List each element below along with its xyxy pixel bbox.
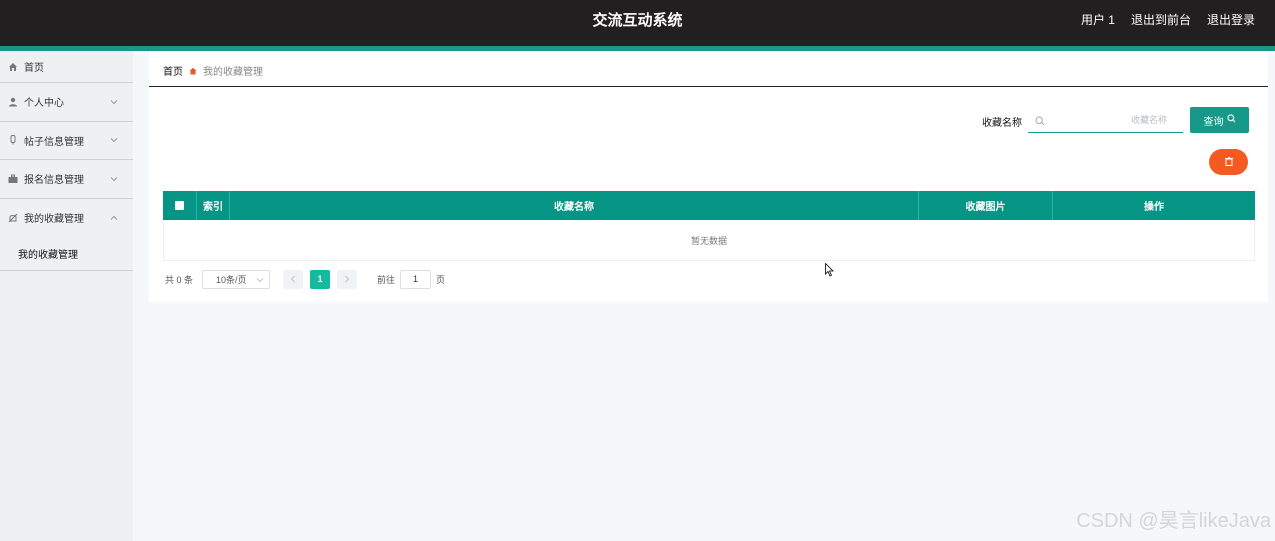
search-input[interactable] xyxy=(1052,111,1167,129)
goto-page-input[interactable] xyxy=(400,269,432,289)
current-user[interactable]: 用户 1 xyxy=(1081,0,1115,40)
sidebar-item-label: 报名信息管理 xyxy=(24,175,84,187)
sidebar: 首页 个人中心 帖子信息管理 报名信息管理 我的收藏管理 我的收藏管理 xyxy=(0,51,133,541)
search-icon xyxy=(1226,114,1236,126)
chevron-down-icon xyxy=(256,276,264,284)
to-front-link[interactable]: 退出到前台 xyxy=(1131,0,1191,40)
post-icon xyxy=(8,135,18,145)
column-header-image: 收藏图片 xyxy=(919,191,1053,220)
logout-link[interactable]: 退出登录 xyxy=(1207,0,1255,40)
chevron-left-icon xyxy=(290,275,295,283)
goto-label: 前往 xyxy=(377,274,396,285)
trash-icon xyxy=(1224,155,1233,169)
chevron-up-icon xyxy=(109,213,119,223)
search-label: 收藏名称 xyxy=(982,118,1022,129)
select-all-cell xyxy=(163,191,197,220)
column-header-name: 收藏名称 xyxy=(230,191,919,220)
table-header: 索引 收藏名称 收藏图片 操作 xyxy=(163,191,1255,220)
sidebar-subitem-my-favorites[interactable]: 我的收藏管理 xyxy=(0,237,133,271)
header-actions: 用户 1 退出到前台 退出登录 xyxy=(1081,0,1255,40)
sidebar-item-post-management[interactable]: 帖子信息管理 xyxy=(0,122,133,160)
pagination-total: 共 0 条 xyxy=(165,274,194,285)
sidebar-item-label: 个人中心 xyxy=(24,98,64,110)
breadcrumb-divider xyxy=(149,86,1268,87)
sidebar-item-label: 首页 xyxy=(24,63,44,74)
favorite-icon xyxy=(8,213,18,223)
page-unit-label: 页 xyxy=(436,274,446,285)
prev-page-button[interactable] xyxy=(283,269,304,289)
page-size-value: 10条/页 xyxy=(216,274,247,285)
column-header-actions: 操作 xyxy=(1144,202,1164,213)
sidebar-item-favorites[interactable]: 我的收藏管理 xyxy=(0,199,133,238)
column-header-index: 索引 xyxy=(197,191,230,220)
chevron-down-icon xyxy=(109,174,119,184)
user-icon xyxy=(8,97,18,107)
search-icon xyxy=(1035,115,1045,126)
select-all-checkbox[interactable] xyxy=(175,201,184,210)
page-size-select[interactable]: 10条/页 xyxy=(202,269,271,289)
pagination: 共 0 条 10条/页 1 前往 页 xyxy=(165,269,445,289)
chevron-down-icon xyxy=(109,97,119,107)
content-panel: 首页 我的收藏管理 收藏名称 查询 索引 收藏名称 收藏图片 操作 xyxy=(149,51,1268,302)
breadcrumb-home-icon xyxy=(189,67,197,75)
query-button-label: 查询 xyxy=(1203,116,1224,128)
page-number-button[interactable]: 1 xyxy=(310,269,331,289)
sidebar-item-personal-center[interactable]: 个人中心 xyxy=(0,83,133,122)
chevron-down-icon xyxy=(109,135,119,145)
breadcrumb-home[interactable]: 首页 xyxy=(163,63,183,78)
next-page-button[interactable] xyxy=(337,269,358,289)
mouse-cursor-icon xyxy=(825,263,834,277)
query-button[interactable]: 查询 xyxy=(1190,107,1249,133)
top-header: 交流互动系统 用户 1 退出到前台 退出登录 xyxy=(0,0,1275,46)
sidebar-item-home[interactable]: 首页 xyxy=(0,51,133,83)
table-empty-text: 暂无数据 xyxy=(163,220,1255,261)
sidebar-item-label: 我的收藏管理 xyxy=(24,214,84,226)
briefcase-icon xyxy=(8,174,18,184)
chevron-right-icon xyxy=(345,275,350,283)
sidebar-item-label: 帖子信息管理 xyxy=(24,136,84,148)
breadcrumb: 首页 我的收藏管理 xyxy=(163,63,263,78)
breadcrumb-current: 我的收藏管理 xyxy=(203,67,263,78)
delete-button[interactable] xyxy=(1209,149,1248,175)
watermark: CSDN @昊言likeJava xyxy=(1076,510,1271,532)
home-icon xyxy=(8,62,18,72)
favorites-table: 索引 收藏名称 收藏图片 操作 暂无数据 xyxy=(163,191,1255,261)
search-field[interactable] xyxy=(1028,108,1183,133)
sidebar-item-registration-management[interactable]: 报名信息管理 xyxy=(0,160,133,199)
